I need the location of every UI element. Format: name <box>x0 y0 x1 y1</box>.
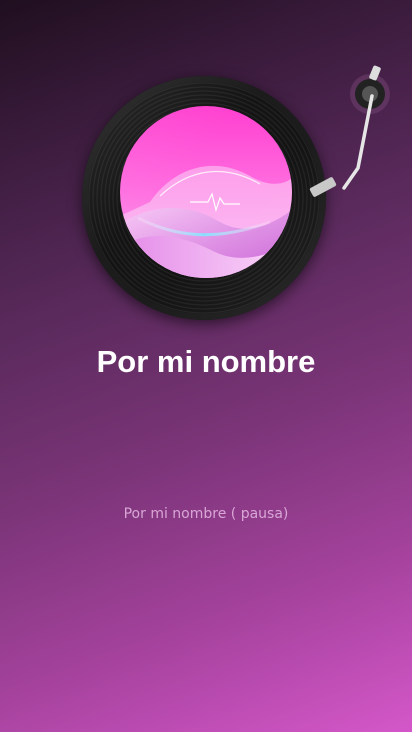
turntable-tonearm-icon[interactable] <box>300 60 400 210</box>
song-title: Por mi nombre <box>96 344 316 379</box>
playback-status-text: Por mi nombre ( pausa) <box>123 506 289 522</box>
music-player-screen: Por mi nombre Por mi nombre ( pausa) <box>0 0 412 732</box>
album-cover-illustration <box>120 106 292 278</box>
album-cover-art <box>120 106 292 278</box>
vinyl-record-icon[interactable] <box>82 76 326 320</box>
